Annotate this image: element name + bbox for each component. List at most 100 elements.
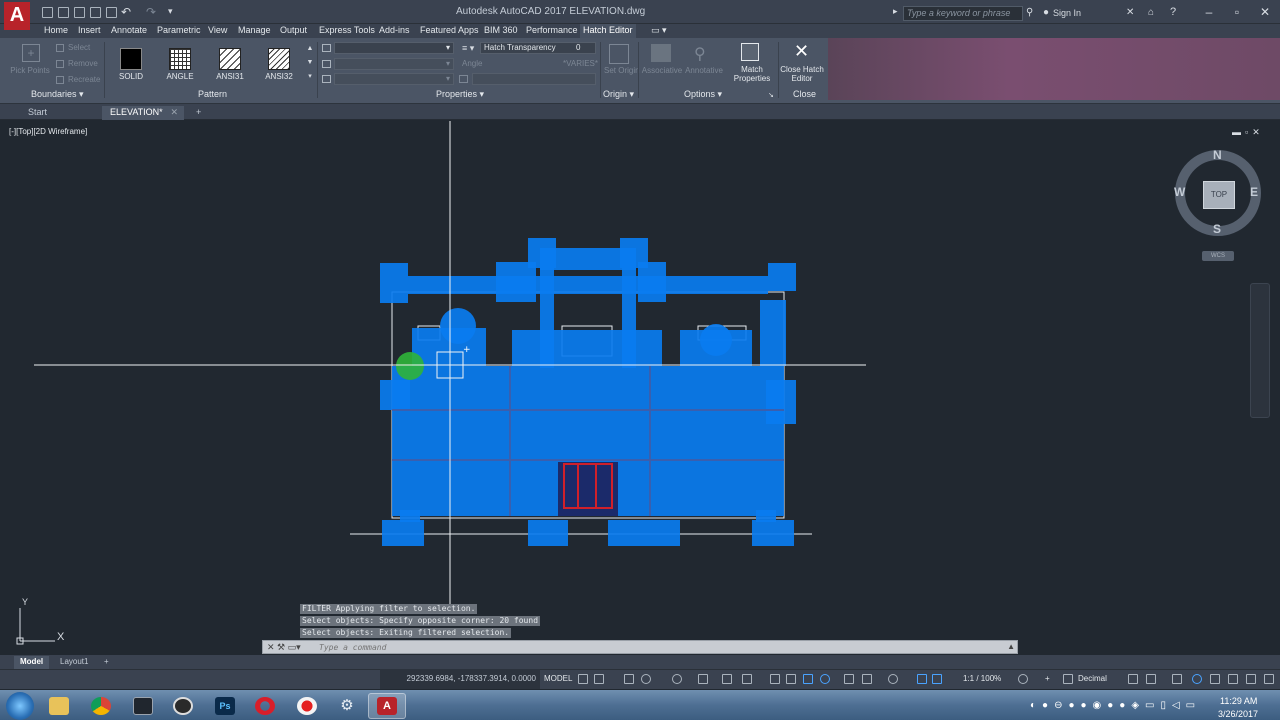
qat-dropdown-icon[interactable]: ▾ [168, 6, 173, 17]
wcs-menu[interactable]: WCS [1202, 251, 1234, 261]
sign-in-button[interactable]: Sign In [1053, 8, 1081, 18]
background-color-dropdown[interactable]: ▾ [334, 73, 454, 85]
selection-filter-icon[interactable] [844, 674, 854, 684]
grid-icon[interactable] [578, 674, 588, 684]
customization-icon[interactable] [1228, 674, 1238, 684]
ortho-icon[interactable] [624, 674, 634, 684]
pattern-ansi32-swatch[interactable] [268, 48, 290, 70]
file-tab-elevation[interactable]: ELEVATION* ✕ [102, 106, 184, 120]
pattern-ansi31-swatch[interactable] [219, 48, 241, 70]
help-icon[interactable]: ? [1170, 6, 1176, 18]
polar-icon[interactable] [641, 674, 651, 684]
tab-view[interactable]: View [205, 24, 230, 38]
snap-icon[interactable] [594, 674, 604, 684]
command-line-tools-icon[interactable]: ✕ ⚒ ▭▾ [267, 641, 301, 653]
object-snap-tracking-icon[interactable] [698, 674, 708, 684]
selection-cycling-icon[interactable] [786, 674, 796, 684]
object-snap-icon[interactable] [722, 674, 732, 684]
coordinate-display[interactable]: 292339.6984, -178337.3914, 0.0000 [380, 669, 540, 689]
recreate-boundary-icon[interactable] [56, 76, 64, 84]
undo-icon[interactable]: ↶ [121, 5, 131, 19]
lineweight-icon[interactable] [742, 674, 752, 684]
command-input[interactable] [319, 641, 959, 653]
tab-home[interactable]: Home [41, 24, 71, 38]
file-tab-start[interactable]: Start [20, 106, 55, 120]
print-icon[interactable] [106, 7, 117, 18]
pattern-angle-swatch[interactable] [169, 48, 191, 70]
open-file-icon[interactable] [58, 7, 69, 18]
isolate-objects-icon[interactable] [1172, 674, 1182, 684]
associative-icon[interactable] [651, 44, 671, 62]
application-menu-button[interactable]: A [4, 2, 30, 30]
viewport-controls-label[interactable]: [-][Top][2D Wireframe] [9, 127, 87, 136]
status-bar-menu-icon[interactable] [1246, 674, 1256, 684]
workspace-switching-icon[interactable] [1018, 674, 1028, 684]
remove-boundary-icon[interactable] [56, 60, 64, 68]
navigation-bar[interactable] [1250, 283, 1270, 418]
search-expand-icon[interactable]: ▸ [893, 6, 898, 17]
minimize-window-button[interactable]: – [1194, 4, 1224, 20]
viewcube-top-face[interactable]: TOP [1203, 181, 1235, 209]
boundaries-panel-title[interactable]: Boundaries ▾ [31, 89, 84, 101]
restore-window-button[interactable]: ▫ [1222, 4, 1252, 20]
isodraft-icon[interactable] [672, 674, 682, 684]
binoculars-icon[interactable]: ⚲ [1026, 7, 1033, 18]
auto-scale-icon[interactable] [917, 674, 927, 684]
tab-manage[interactable]: Manage [235, 24, 274, 38]
select-boundary-icon[interactable] [56, 44, 64, 52]
ribbon-options-icon[interactable]: ▭ ▾ [648, 24, 670, 38]
viewcube-east[interactable]: E [1250, 185, 1258, 199]
3d-osnap-icon[interactable] [803, 674, 813, 684]
dynamic-ucs-icon[interactable] [820, 674, 830, 684]
hatch-type-dropdown[interactable]: ▾ [334, 42, 454, 54]
tab-annotate[interactable]: Annotate [108, 24, 150, 38]
viewport-window-controls[interactable]: ▬▫✕ [1232, 127, 1264, 138]
pattern-solid-swatch[interactable] [120, 48, 142, 70]
search-input[interactable]: Type a keyword or phrase [903, 6, 1023, 21]
tab-bim-360[interactable]: BIM 360 [481, 24, 521, 38]
viewcube-south[interactable]: S [1213, 222, 1221, 236]
tab-parametric[interactable]: Parametric [154, 24, 204, 38]
pattern-scroll-arrows[interactable]: ▲ ▼ ▾ [306, 42, 314, 86]
pick-points-icon[interactable]: + [22, 44, 40, 62]
start-button[interactable] [6, 692, 34, 720]
a360-icon[interactable]: ⌂ [1148, 7, 1154, 18]
units-dropdown[interactable]: Decimal [1078, 674, 1107, 683]
model-space-toggle[interactable]: MODEL [544, 674, 572, 683]
add-layout-button[interactable]: + [98, 656, 115, 669]
viewcube-west[interactable]: W [1174, 185, 1185, 199]
annotation-monitor-icon[interactable]: + [1045, 674, 1050, 683]
tab-insert[interactable]: Insert [75, 24, 104, 38]
tab-featured-apps[interactable]: Featured Apps [417, 24, 482, 38]
redo-icon[interactable]: ↷ [146, 5, 156, 19]
layout-tab-model[interactable]: Model [14, 656, 50, 669]
clean-screen-icon[interactable] [1210, 674, 1220, 684]
tab-hatch-editor[interactable]: Hatch Editor [580, 24, 636, 38]
origin-panel-title[interactable]: Origin ▾ [603, 89, 634, 101]
annotative-icon[interactable]: ⚲ [694, 44, 706, 64]
options-dialog-launcher-icon[interactable]: ↘ [768, 91, 774, 99]
hatch-color-dropdown[interactable]: ▾ [334, 58, 454, 70]
viewcube-north[interactable]: N [1213, 148, 1222, 162]
taskbar-clock-date[interactable]: 3/26/2017 [1218, 709, 1258, 719]
fullscreen-icon[interactable] [1264, 674, 1274, 684]
lock-ui-icon[interactable] [1146, 674, 1156, 684]
tab-performance[interactable]: Performance [523, 24, 581, 38]
command-history-toggle-icon[interactable]: ▲ [1007, 641, 1015, 653]
taskbar-clock-time[interactable]: 11:29 AM [1220, 696, 1257, 706]
gizmo-icon[interactable] [862, 674, 872, 684]
properties-panel-title[interactable]: Properties ▾ [436, 89, 484, 101]
save-icon[interactable] [74, 7, 85, 18]
hardware-acceleration-icon[interactable] [1192, 674, 1202, 684]
set-origin-icon[interactable] [609, 44, 629, 64]
close-hatch-editor-icon[interactable]: ✕ [794, 41, 809, 62]
annotation-scale-icon[interactable] [932, 674, 942, 684]
layout-tab-layout1[interactable]: Layout1 [54, 656, 94, 669]
system-tray-icons[interactable]: ◐●⊖●●◉●●◈▭▯◁▭ [1030, 700, 1201, 711]
tab-add-ins[interactable]: Add-ins [376, 24, 413, 38]
exchange-icon[interactable]: ✕ [1126, 7, 1134, 18]
annotation-scale-value[interactable]: 1:1 / 100% [963, 674, 1001, 683]
hatch-scale-field[interactable] [472, 73, 596, 85]
transparency-toggle-icon[interactable] [770, 674, 780, 684]
drawing-area[interactable] [4, 121, 1276, 655]
